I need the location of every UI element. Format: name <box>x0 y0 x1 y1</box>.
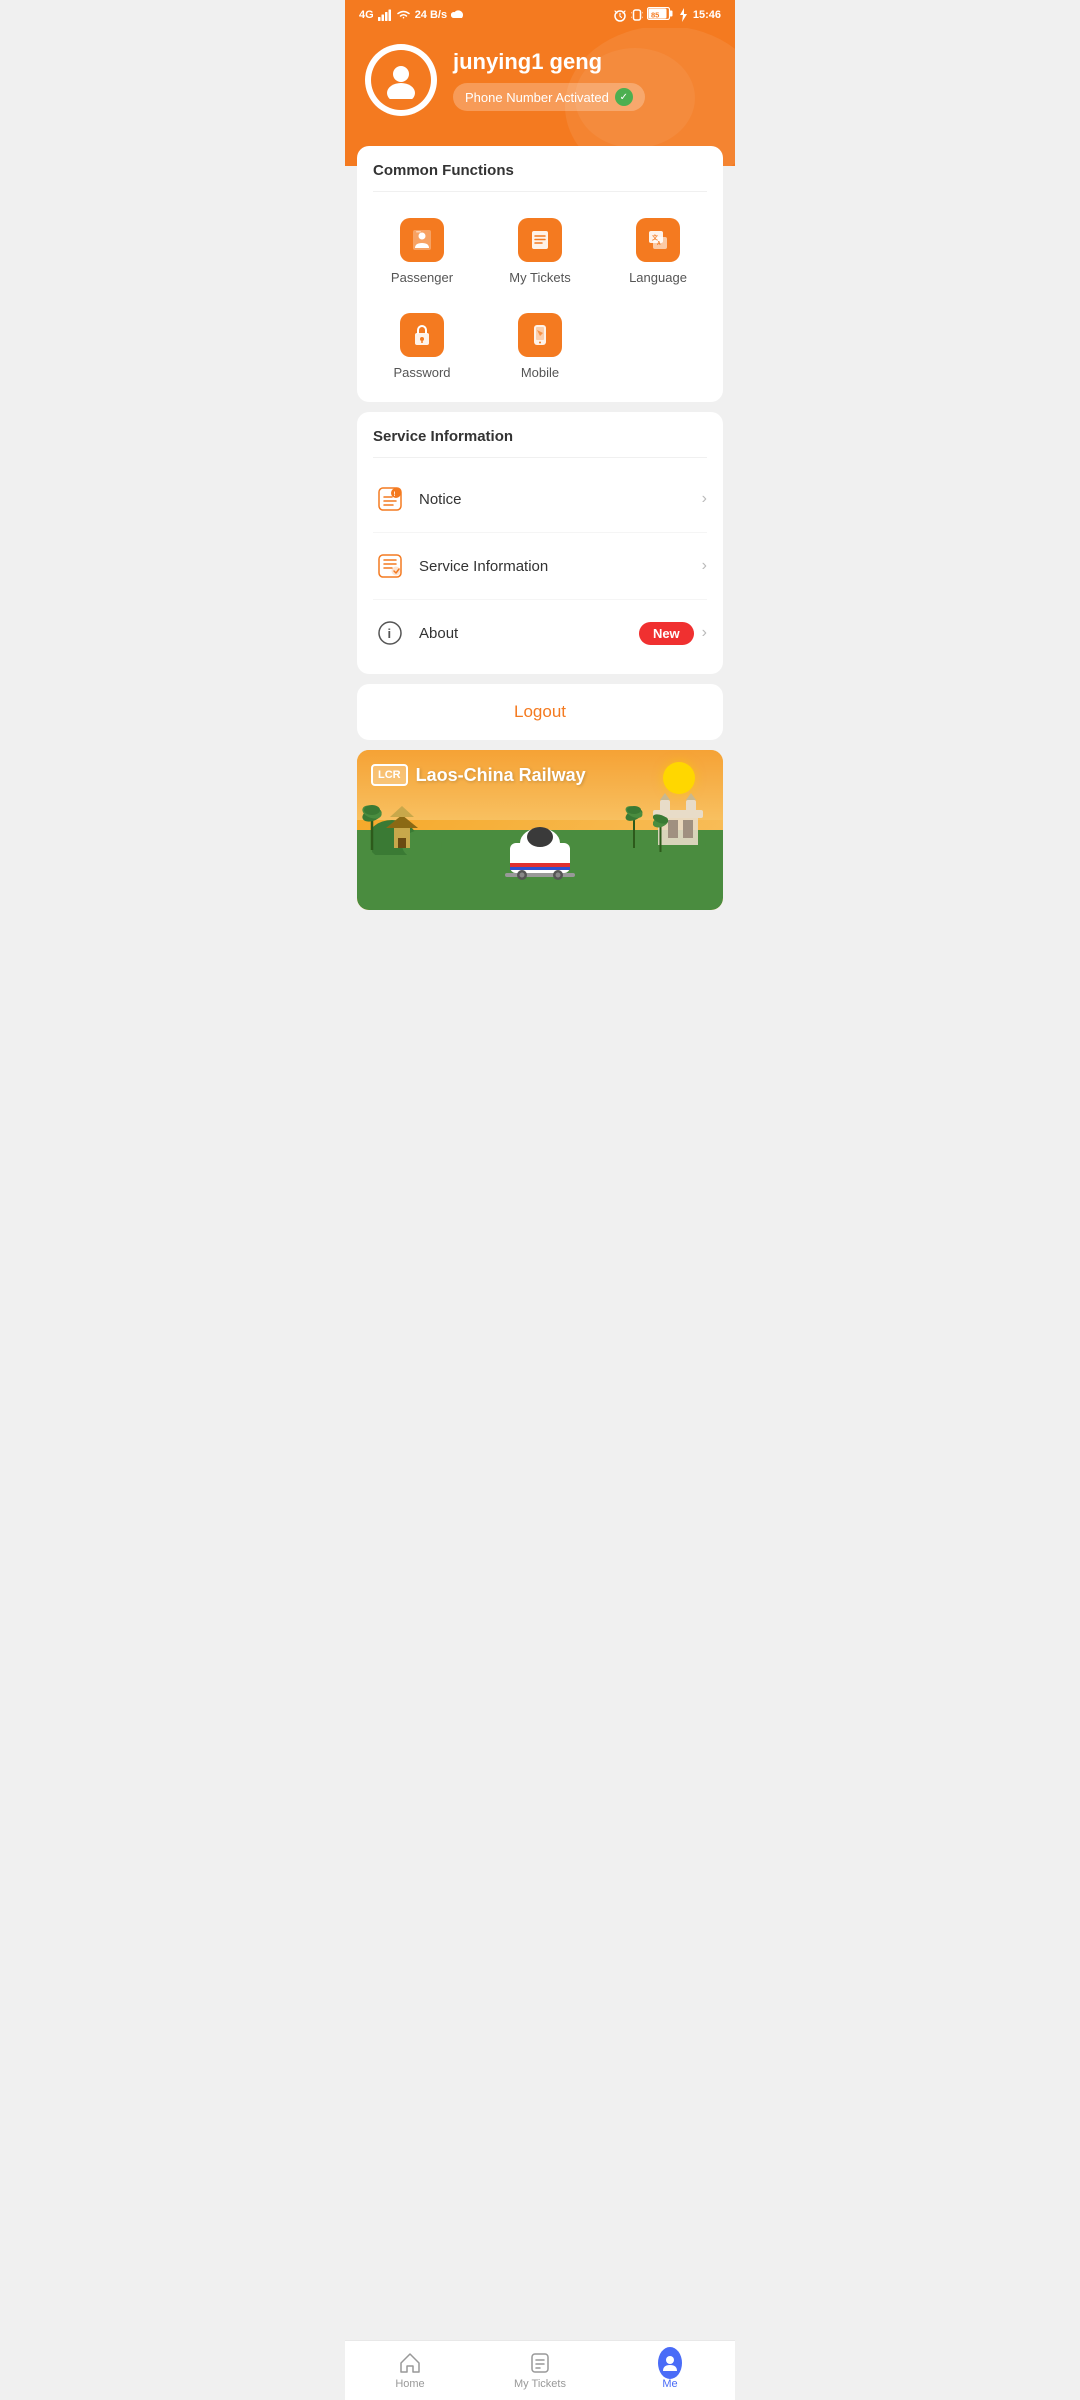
passenger-icon-wrap <box>400 218 444 262</box>
common-functions-title: Common Functions <box>357 146 723 191</box>
about-right: New › <box>639 622 707 645</box>
phone-badge-text: Phone Number Activated <box>465 90 609 105</box>
password-icon-wrap <box>400 313 444 357</box>
new-badge: New <box>639 622 694 645</box>
me-icon-wrap <box>658 2351 682 2375</box>
function-passenger[interactable]: Passenger <box>365 208 479 299</box>
service-information-card: Service Information ! Notice › <box>357 412 723 674</box>
notice-icon: ! <box>376 485 404 513</box>
service-info-icon <box>376 552 404 580</box>
main-content: Common Functions Passenger <box>345 146 735 910</box>
banner-content: LCR Laos-China Railway <box>357 750 723 910</box>
me-avatar-icon <box>661 2354 679 2372</box>
nav-me[interactable]: Me <box>605 2341 735 2400</box>
avatar[interactable] <box>365 44 437 116</box>
status-right: 85 15:46 <box>613 7 721 23</box>
network-label: 4G <box>359 9 374 21</box>
signal-icon <box>378 9 392 21</box>
charging-icon <box>677 8 689 22</box>
status-left: 4G 24 B/s <box>359 8 465 22</box>
home-nav-label: Home <box>395 2378 424 2390</box>
me-icon <box>658 2347 682 2379</box>
svg-text:!: ! <box>394 492 396 498</box>
banner-title-row: LCR Laos-China Railway <box>371 764 586 786</box>
lcr-logo: LCR <box>371 764 408 786</box>
functions-grid: Passenger My Tickets <box>357 192 723 402</box>
service-item-notice[interactable]: ! Notice › <box>357 466 723 532</box>
passenger-label: Passenger <box>391 270 453 285</box>
service-info-right: › <box>702 557 707 575</box>
svg-text:A: A <box>657 241 661 247</box>
alarm-icon <box>613 8 627 22</box>
profile-name: junying1 geng <box>453 49 645 75</box>
check-icon: ✓ <box>615 88 633 106</box>
svg-text:85: 85 <box>651 11 659 20</box>
language-icon: 文 A <box>646 228 670 252</box>
train-illustration <box>500 815 580 880</box>
notice-chevron: › <box>702 490 707 508</box>
mobile-icon-wrap <box>518 313 562 357</box>
temple-illustration <box>372 790 442 855</box>
language-label: Language <box>629 270 687 285</box>
notice-label: Notice <box>419 491 690 508</box>
tickets-nav-icon-wrap <box>528 2351 552 2375</box>
mobile-icon <box>528 323 552 347</box>
palm-right-1-icon <box>625 803 643 848</box>
palm-left-icon <box>362 800 382 850</box>
palm-right-2-icon <box>653 812 668 852</box>
profile-info: junying1 geng Phone Number Activated ✓ <box>453 49 645 111</box>
password-icon <box>410 323 434 347</box>
notice-right: › <box>702 490 707 508</box>
home-nav-icon <box>398 2351 422 2375</box>
service-info-chevron: › <box>702 557 707 575</box>
tickets-icon-wrap <box>518 218 562 262</box>
about-chevron: › <box>702 624 707 642</box>
banner-title: Laos-China Railway <box>416 765 586 786</box>
service-item-about[interactable]: i About New › <box>357 600 723 666</box>
tickets-nav-icon <box>529 2352 551 2374</box>
status-bar: 4G 24 B/s <box>345 0 735 28</box>
me-nav-label: Me <box>662 2378 677 2390</box>
mobile-label: Mobile <box>521 365 559 380</box>
password-label: Password <box>393 365 450 380</box>
notice-icon-wrap: ! <box>373 482 407 516</box>
home-icon <box>399 2352 421 2374</box>
function-mobile[interactable]: Mobile <box>483 303 597 394</box>
service-info-label: Service Information <box>419 558 690 575</box>
common-functions-card: Common Functions Passenger <box>357 146 723 402</box>
about-icon-wrap: i <box>373 616 407 650</box>
passenger-icon <box>410 228 434 252</box>
wifi-icon <box>396 10 411 21</box>
service-item-info[interactable]: Service Information › <box>357 533 723 599</box>
nav-my-tickets[interactable]: My Tickets <box>475 2341 605 2400</box>
vibrate-icon <box>631 8 643 22</box>
my-tickets-nav-label: My Tickets <box>514 2378 566 2390</box>
function-my-tickets[interactable]: My Tickets <box>483 208 597 299</box>
battery-level: 85 <box>647 7 673 23</box>
service-information-title: Service Information <box>357 412 723 457</box>
about-icon: i <box>376 619 404 647</box>
my-tickets-label: My Tickets <box>509 270 570 285</box>
service-info-icon-wrap <box>373 549 407 583</box>
avatar-silhouette <box>382 61 420 99</box>
data-speed: 24 B/s <box>415 9 447 21</box>
bottom-nav: Home My Tickets Me <box>345 2340 735 2400</box>
about-label: About <box>419 625 627 642</box>
logout-card[interactable]: Logout <box>357 684 723 740</box>
time-display: 15:46 <box>693 9 721 21</box>
phone-badge: Phone Number Activated ✓ <box>453 83 645 111</box>
nav-home[interactable]: Home <box>345 2341 475 2400</box>
logout-text: Logout <box>514 702 566 721</box>
cloud-icon <box>451 8 465 22</box>
tickets-icon <box>528 228 552 252</box>
lcr-banner[interactable]: LCR Laos-China Railway <box>357 750 723 910</box>
function-language[interactable]: 文 A Language <box>601 208 715 299</box>
service-list: ! Notice › <box>357 458 723 674</box>
language-icon-wrap: 文 A <box>636 218 680 262</box>
function-password[interactable]: Password <box>365 303 479 394</box>
svg-text:i: i <box>388 626 392 641</box>
